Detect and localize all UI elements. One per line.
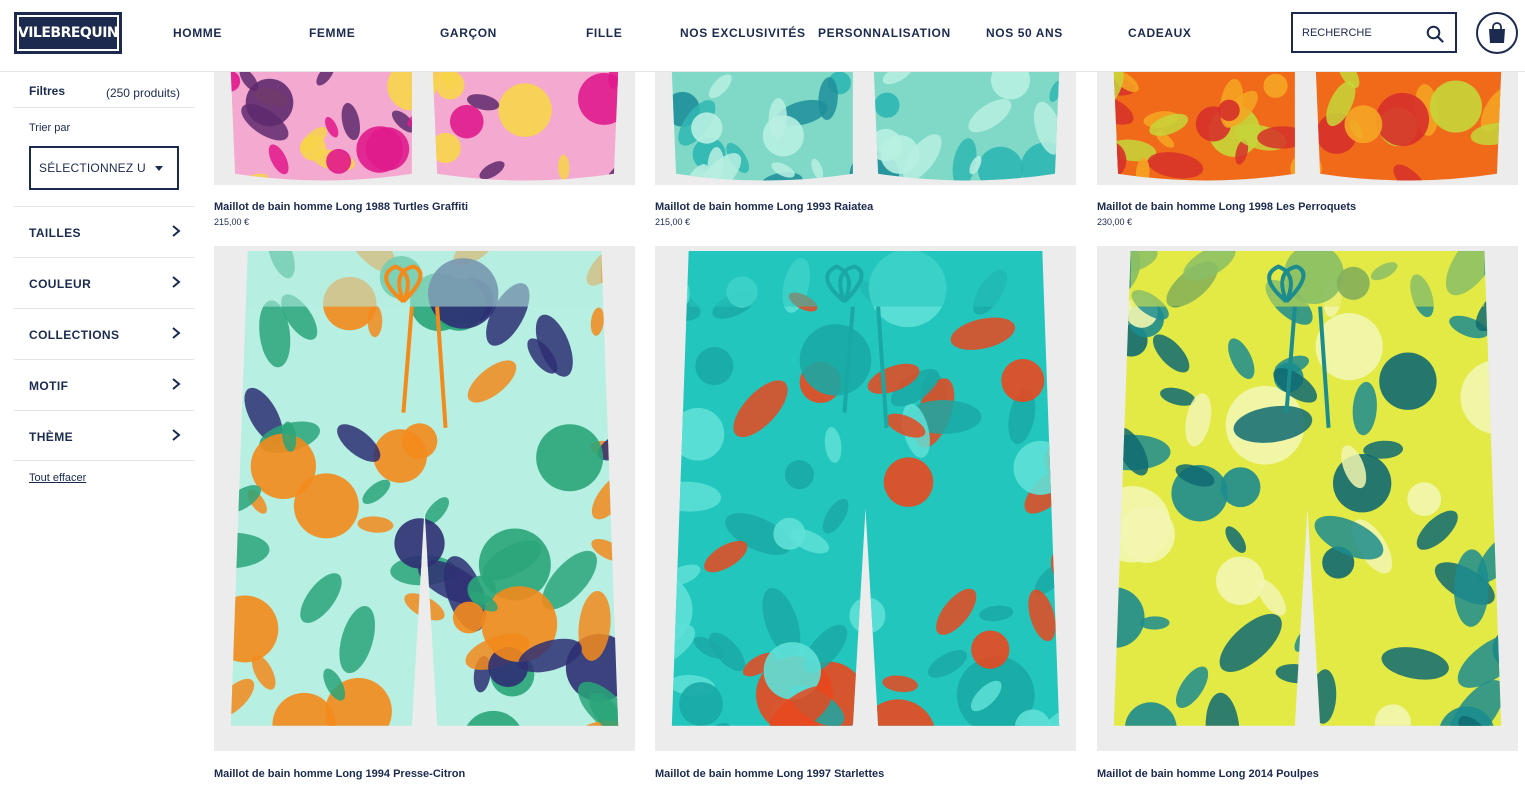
logo-text: VILEBREQUIN bbox=[18, 17, 119, 49]
filter-tailles[interactable]: TAILLES bbox=[14, 206, 194, 257]
chevron-right-icon bbox=[170, 428, 182, 442]
product-image[interactable] bbox=[1097, 72, 1518, 185]
caret-down-icon bbox=[155, 166, 163, 171]
nav-nos-exclusivites[interactable]: NOS EXCLUSIVITÉS bbox=[680, 26, 806, 40]
sort-value: SÉLECTIONNEZ U bbox=[39, 161, 146, 175]
filter-label: COLLECTIONS bbox=[29, 328, 120, 342]
product-tile[interactable]: Maillot de bain homme Long 2014 Poulpes bbox=[1097, 246, 1518, 787]
product-name[interactable]: Maillot de bain homme Long 1998 Les Perr… bbox=[1097, 201, 1356, 213]
product-name[interactable]: Maillot de bain homme Long 1993 Raiatea bbox=[655, 201, 873, 213]
product-price: 215,00 € bbox=[655, 217, 691, 227]
product-tile[interactable]: Maillot de bain homme Long 1988 Turtles … bbox=[214, 72, 635, 232]
filter-collections[interactable]: COLLECTIONS bbox=[14, 308, 194, 359]
nav-fille[interactable]: FILLE bbox=[586, 26, 622, 40]
product-name[interactable]: Maillot de bain homme Long 1997 Starlett… bbox=[655, 768, 884, 780]
chevron-right-icon bbox=[170, 224, 182, 238]
site-header: VILEBREQUIN HOMME FEMME GARÇON FILLE NOS… bbox=[0, 0, 1525, 72]
nav-nos-50-ans[interactable]: NOS 50 ANS bbox=[986, 26, 1063, 40]
product-image[interactable] bbox=[1097, 246, 1518, 751]
cart-button[interactable] bbox=[1476, 12, 1518, 54]
search-icon[interactable] bbox=[1426, 25, 1444, 43]
clear-all-link[interactable]: Tout effacer bbox=[29, 472, 86, 484]
product-name[interactable]: Maillot de bain homme Long 1988 Turtles … bbox=[214, 201, 468, 213]
sort-dropdown[interactable]: SÉLECTIONNEZ U bbox=[29, 146, 179, 190]
filter-label: THÈME bbox=[29, 430, 73, 444]
product-tile[interactable]: Maillot de bain homme Long 1993 Raiatea … bbox=[655, 72, 1076, 232]
product-price: 230,00 € bbox=[1097, 217, 1133, 227]
nav-garcon[interactable]: GARÇON bbox=[440, 26, 497, 40]
product-price: 215,00 € bbox=[214, 217, 250, 227]
product-name[interactable]: Maillot de bain homme Long 1994 Presse-C… bbox=[214, 768, 465, 780]
filter-label: COULEUR bbox=[29, 277, 92, 291]
shopping-bag-icon bbox=[1487, 22, 1507, 44]
chevron-right-icon bbox=[170, 377, 182, 391]
product-image[interactable] bbox=[214, 246, 635, 751]
product-image[interactable] bbox=[655, 72, 1076, 185]
nav-femme[interactable]: FEMME bbox=[309, 26, 355, 40]
product-name[interactable]: Maillot de bain homme Long 2014 Poulpes bbox=[1097, 768, 1319, 780]
product-tile[interactable]: Maillot de bain homme Long 1997 Starlett… bbox=[655, 246, 1076, 787]
nav-personnalisation[interactable]: PERSONNALISATION bbox=[818, 26, 951, 40]
filters-header: Filtres (250 produits) bbox=[14, 72, 194, 108]
product-image[interactable] bbox=[214, 72, 635, 185]
filter-list: TAILLES COULEUR COLLECTIONS MOTIF THÈME bbox=[14, 206, 194, 461]
search-input[interactable] bbox=[1302, 26, 1422, 39]
product-image[interactable] bbox=[655, 246, 1076, 751]
product-tile[interactable]: Maillot de bain homme Long 1994 Presse-C… bbox=[214, 246, 635, 787]
filter-couleur[interactable]: COULEUR bbox=[14, 257, 194, 308]
nav-cadeaux[interactable]: CADEAUX bbox=[1128, 26, 1192, 40]
filter-label: TAILLES bbox=[29, 226, 81, 240]
chevron-right-icon bbox=[170, 326, 182, 340]
sort-label: Trier par bbox=[29, 122, 71, 134]
search-box bbox=[1291, 12, 1457, 53]
product-tile[interactable]: Maillot de bain homme Long 1998 Les Perr… bbox=[1097, 72, 1518, 232]
chevron-right-icon bbox=[170, 275, 182, 289]
nav-homme[interactable]: HOMME bbox=[173, 26, 222, 40]
filter-label: MOTIF bbox=[29, 379, 69, 393]
brand-logo[interactable]: VILEBREQUIN bbox=[14, 12, 122, 54]
product-count: (250 produits) bbox=[105, 86, 180, 100]
filter-theme[interactable]: THÈME bbox=[14, 410, 194, 461]
filter-motif[interactable]: MOTIF bbox=[14, 359, 194, 410]
filters-title: Filtres bbox=[29, 84, 66, 98]
filter-sidebar: Filtres (250 produits) Trier par SÉLECTI… bbox=[14, 72, 194, 484]
